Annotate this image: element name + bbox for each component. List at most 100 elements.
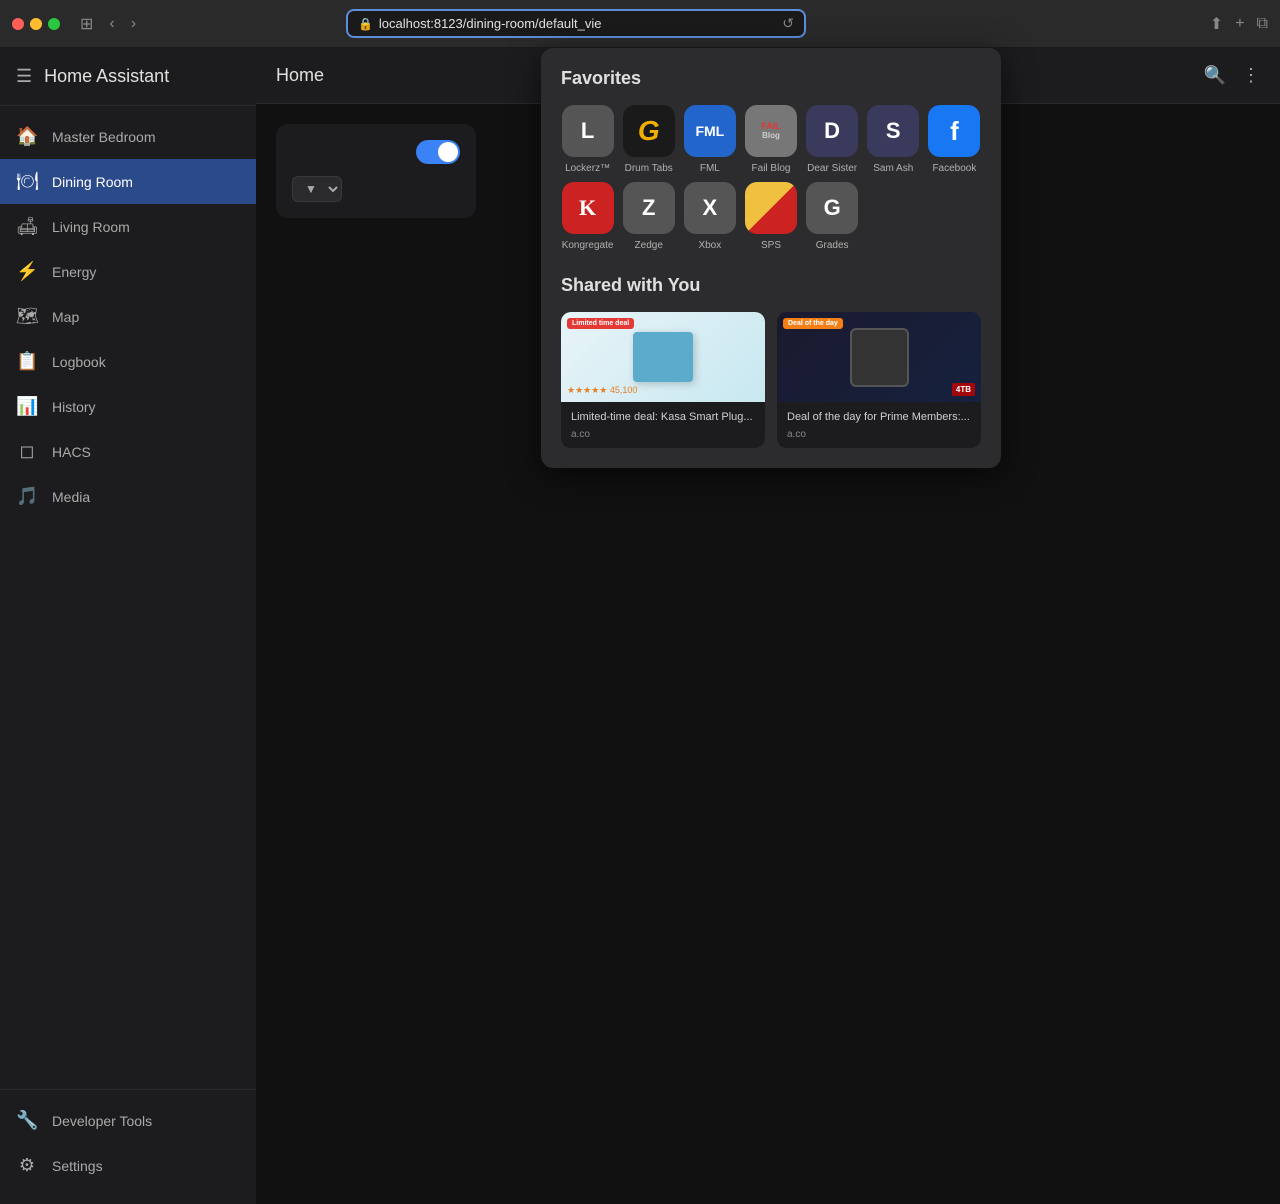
lock-icon: 🔒 (358, 17, 373, 31)
fav-dear-sister-icon: D (806, 105, 858, 157)
shared-card-kasa-info: Limited-time deal: Kasa Smart Plug... a.… (561, 402, 765, 448)
toggle-switch[interactable] (416, 140, 460, 164)
shared-card-ironwolf-title: Deal of the day for Prime Members:... (787, 410, 971, 425)
shared-card-ironwolf-domain: a.co (787, 429, 971, 440)
shared-card-kasa[interactable]: Limited time deal ★★★★★ 45,100 Limited-t… (561, 312, 765, 448)
new-tab-button[interactable]: + (1235, 15, 1244, 33)
fav-lockerz-label: Lockerz™ (565, 163, 610, 174)
sidebar-item-dining-room[interactable]: 🍽 Dining Room (0, 159, 256, 204)
sidebar-item-hacs[interactable]: ◻ HACS (0, 429, 256, 474)
fav-xbox-label: Xbox (698, 240, 721, 251)
shared-card-ironwolf[interactable]: Deal of the day 4TB Deal of the day for … (777, 312, 981, 448)
forward-button[interactable]: › (127, 11, 140, 37)
fav-sam-ash-icon: S (867, 105, 919, 157)
sidebar-item-map[interactable]: 🗺 Map (0, 294, 256, 339)
page-title: Home (276, 65, 324, 86)
fav-lockerz[interactable]: L Lockerz™ (561, 105, 614, 174)
menu-icon[interactable]: ☰ (16, 66, 32, 87)
sofa-icon: 🛋 (16, 216, 38, 237)
fav-facebook-label: Facebook (932, 163, 976, 174)
fav-fml[interactable]: FML FML (683, 105, 736, 174)
shared-card-ironwolf-info: Deal of the day for Prime Members:... a.… (777, 402, 981, 448)
fav-drum-tabs-icon: G (623, 105, 675, 157)
ironwolf-overlay: 4TB (952, 383, 975, 396)
share-button[interactable]: ⬆ (1210, 14, 1223, 34)
fav-xbox[interactable]: X Xbox (683, 182, 736, 251)
safari-dropdown: Favorites L Lockerz™ G Drum Tabs (541, 48, 1001, 468)
header-actions: 🔍 ⋮ (1204, 65, 1260, 86)
fav-zedge-label: Zedge (635, 240, 663, 251)
sidebar-item-media[interactable]: 🎵 Media (0, 474, 256, 519)
bolt-icon: ⚡ (16, 261, 38, 282)
shared-card-kasa-image: Limited time deal ★★★★★ 45,100 (561, 312, 765, 402)
sidebar-label-living-room: Living Room (52, 219, 130, 235)
browser-actions: ⬆ + ⧉ (1210, 14, 1268, 34)
app-title: Home Assistant (44, 66, 169, 87)
fav-fml-label: FML (700, 163, 720, 174)
app-layout: ☰ Home Assistant 🏠 Master Bedroom 🍽 Dini… (0, 48, 1280, 1204)
fav-dear-sister-label: Dear Sister (807, 163, 857, 174)
fav-facebook[interactable]: f Facebook (928, 105, 981, 174)
fav-lockerz-icon: L (562, 105, 614, 157)
fav-dear-sister[interactable]: D Dear Sister (806, 105, 859, 174)
traffic-lights (12, 18, 60, 30)
fav-fml-icon: FML (684, 105, 736, 157)
kasa-badge: Limited time deal (567, 318, 634, 329)
fav-fail-blog[interactable]: FAIL Blog Fail Blog (744, 105, 797, 174)
shared-title: Shared with You (561, 275, 981, 296)
sidebar-label-settings: Settings (52, 1158, 103, 1174)
ha-card-toggle: ▼ (276, 124, 476, 218)
fav-sps-icon (745, 182, 797, 234)
sidebar-label-history: History (52, 399, 96, 415)
house-icon: 🏠 (16, 126, 38, 147)
fav-kongregate-label: Kongregate (562, 240, 614, 251)
browser-chrome: ⊞ ‹ › 🔒 ↺ ⬆ + ⧉ (0, 0, 1280, 48)
minimize-button[interactable] (30, 18, 42, 30)
sidebar: ☰ Home Assistant 🏠 Master Bedroom 🍽 Dini… (0, 48, 256, 1204)
fav-xbox-icon: X (684, 182, 736, 234)
fav-sps[interactable]: SPS (744, 182, 797, 251)
fav-facebook-icon: f (928, 105, 980, 157)
fullscreen-button[interactable] (48, 18, 60, 30)
fav-grades[interactable]: G Grades (806, 182, 859, 251)
more-options-icon[interactable]: ⋮ (1242, 65, 1260, 86)
fav-kongregate-icon: K (562, 182, 614, 234)
tabs-button[interactable]: ⧉ (1257, 15, 1268, 33)
sidebar-toggle-icon[interactable]: ⊞ (76, 10, 97, 38)
sidebar-nav: 🏠 Master Bedroom 🍽 Dining Room 🛋 Living … (0, 106, 256, 1089)
sidebar-item-developer-tools[interactable]: 🔧 Developer Tools (0, 1098, 256, 1143)
favorites-grid: L Lockerz™ G Drum Tabs FML FML (561, 105, 981, 251)
fav-zedge-icon: Z (623, 182, 675, 234)
fav-fail-blog-label: Fail Blog (752, 163, 791, 174)
wrench-icon: 🔧 (16, 1110, 38, 1131)
sidebar-item-logbook[interactable]: 📋 Logbook (0, 339, 256, 384)
fav-drum-tabs[interactable]: G Drum Tabs (622, 105, 675, 174)
fav-sps-label: SPS (761, 240, 781, 251)
sidebar-item-settings[interactable]: ⚙ Settings (0, 1143, 256, 1188)
fav-fail-blog-icon: FAIL Blog (745, 105, 797, 157)
media-icon: 🎵 (16, 486, 38, 507)
fav-kongregate[interactable]: K Kongregate (561, 182, 614, 251)
hacs-icon: ◻ (16, 441, 38, 462)
fav-sam-ash[interactable]: S Sam Ash (867, 105, 920, 174)
gear-icon: ⚙ (16, 1155, 38, 1176)
sidebar-item-living-room[interactable]: 🛋 Living Room (0, 204, 256, 249)
sidebar-label-logbook: Logbook (52, 354, 106, 370)
search-icon[interactable]: 🔍 (1204, 65, 1226, 86)
ha-select-dropdown[interactable]: ▼ (292, 176, 342, 202)
dining-icon: 🍽 (16, 171, 38, 192)
sidebar-item-master-bedroom[interactable]: 🏠 Master Bedroom (0, 114, 256, 159)
sidebar-item-history[interactable]: 📊 History (0, 384, 256, 429)
back-button[interactable]: ‹ (105, 11, 118, 37)
reload-button[interactable]: ↺ (782, 15, 794, 32)
browser-toolbar: ⊞ ‹ › 🔒 ↺ ⬆ + ⧉ (76, 9, 1268, 38)
fav-drum-tabs-label: Drum Tabs (625, 163, 673, 174)
close-button[interactable] (12, 18, 24, 30)
sidebar-item-energy[interactable]: ⚡ Energy (0, 249, 256, 294)
chart-icon: 📊 (16, 396, 38, 417)
sidebar-label-map: Map (52, 309, 79, 325)
fav-zedge[interactable]: Z Zedge (622, 182, 675, 251)
favorites-title: Favorites (561, 68, 981, 89)
address-input[interactable] (379, 16, 782, 31)
address-bar-container: 🔒 ↺ (346, 9, 806, 38)
